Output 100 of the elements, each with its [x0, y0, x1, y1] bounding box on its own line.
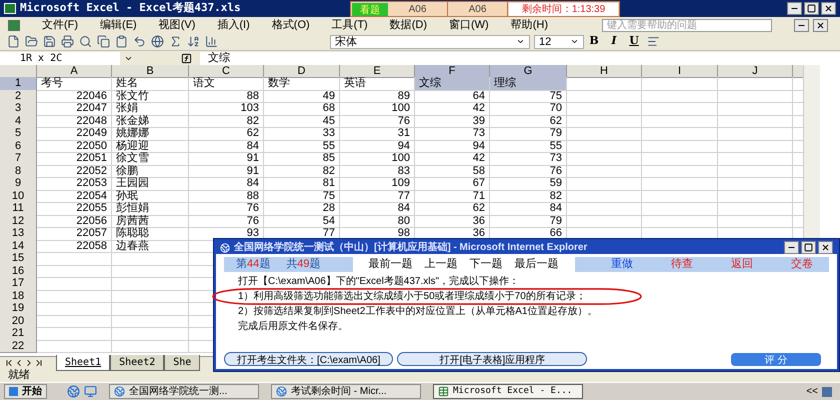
column-header[interactable]: F [415, 65, 490, 78]
row-header[interactable]: 11 [0, 202, 37, 216]
font-name-field[interactable]: 宋体 [330, 34, 530, 48]
table-cell: 陈聪聪 [112, 227, 189, 240]
menu-item[interactable]: 数据(D) [390, 16, 427, 34]
table-cell: 49 [264, 90, 340, 103]
sheet-tab[interactable]: Sheet1 [56, 355, 110, 371]
nav-link[interactable]: 最前一题 [368, 256, 412, 273]
table-cell: 22052 [37, 164, 112, 178]
column-header[interactable]: A [37, 65, 112, 78]
menu-item[interactable]: 编辑(E) [100, 16, 137, 34]
table-cell: 徐文雪 [112, 152, 189, 166]
table-cell: 22046 [37, 90, 112, 103]
row-header[interactable]: 5 [0, 127, 37, 140]
table-cell: 45 [264, 114, 340, 128]
font-size-field[interactable]: 12 [534, 34, 584, 48]
column-header[interactable]: B [112, 65, 189, 78]
row-header[interactable]: 7 [0, 152, 37, 166]
table-cell: 82 [490, 190, 567, 203]
status-text: 就绪 [8, 368, 30, 384]
table-cell: 85 [264, 152, 340, 166]
close-button[interactable] [818, 241, 833, 254]
table-cell: 22048 [37, 114, 112, 128]
row-header[interactable]: 21 [0, 327, 37, 340]
table-cell: 77 [340, 190, 415, 203]
table-cell: 28 [264, 202, 340, 216]
sheet-tab[interactable]: She [164, 355, 200, 371]
grade-button[interactable]: 评 分 [731, 352, 821, 366]
row-header[interactable]: 22 [0, 340, 37, 353]
column-header[interactable]: I [642, 65, 718, 78]
sheet-tab[interactable]: Sheet2 [110, 355, 164, 371]
table-cell: 79 [490, 127, 567, 140]
minimize-button[interactable] [787, 2, 802, 15]
tray-expand-button[interactable]: << [806, 384, 818, 399]
start-button[interactable]: 开始 [4, 384, 47, 399]
font-style-button[interactable]: B [584, 33, 604, 50]
action-link[interactable]: 重做 [611, 256, 633, 273]
menu-item[interactable]: 文件(F) [42, 16, 78, 34]
nav-link[interactable]: 下一题 [470, 256, 502, 273]
table-cell: 张文竹 [112, 90, 189, 103]
formula-field[interactable]: 文综 [200, 52, 840, 64]
taskbar-button[interactable]: 全国网络学院统一测... [109, 384, 259, 399]
column-header[interactable]: J [718, 65, 793, 78]
row-header[interactable]: 1 [0, 77, 37, 90]
dropdown-icon [570, 37, 579, 46]
table-cell: 王园园 [112, 177, 189, 190]
close-button[interactable] [813, 18, 828, 32]
font-style-button[interactable]: U [624, 33, 644, 50]
table-cell: 姓名 [112, 77, 189, 90]
table-cell: 边春燕 [112, 240, 189, 253]
column-header[interactable]: H [567, 65, 642, 78]
desktop-icon[interactable] [84, 385, 97, 398]
minimize-button[interactable] [784, 241, 799, 254]
row-header[interactable]: 17 [0, 277, 37, 290]
table-cell: 91 [189, 164, 264, 178]
action-button[interactable]: 打开考生文件夹：[C:\exam\A06] [224, 352, 394, 366]
menu-item[interactable]: 插入(I) [217, 16, 250, 34]
row-header[interactable]: 15 [0, 252, 37, 266]
menu-item[interactable]: 窗口(W) [449, 16, 489, 34]
table-cell: 84 [189, 140, 264, 153]
column-header[interactable]: D [264, 65, 340, 78]
table-cell: 84 [490, 202, 567, 216]
spreadsheet-icon [438, 386, 449, 397]
table-cell: 62 [415, 202, 490, 216]
nav-link[interactable]: 上一题 [424, 256, 458, 273]
maximize-button[interactable] [804, 2, 819, 15]
maximize-button[interactable] [801, 241, 816, 254]
function-icon[interactable] [181, 52, 192, 64]
table-cell: 67 [415, 177, 490, 190]
first-sheet-icon[interactable] [4, 358, 14, 368]
column-header[interactable]: G [490, 65, 567, 78]
table-cell: 83 [340, 164, 415, 178]
last-sheet-icon[interactable] [34, 358, 44, 368]
close-button[interactable] [821, 2, 836, 15]
table-cell: 杨迎迎 [112, 140, 189, 153]
table-cell: 22058 [37, 240, 112, 253]
menu-item[interactable]: 视图(V) [158, 16, 196, 34]
table-cell: 73 [415, 127, 490, 140]
instruction-text: 2）按筛选结果复制到Sheet2工作表中的对应位置上（从单元格A1位置起存放）。 [238, 306, 598, 317]
row-header[interactable]: 13 [0, 227, 37, 240]
action-button[interactable]: 打开[电子表格]应用程序 [397, 352, 588, 366]
taskbar-button[interactable]: Microsoft Excel - E... [433, 384, 583, 399]
menu-item[interactable]: 格式(O) [272, 16, 310, 34]
instruction-text: 完成后用原文件名保存。 [238, 321, 348, 332]
row-header[interactable]: 19 [0, 302, 37, 316]
column-header[interactable]: C [189, 65, 264, 78]
table-cell: 22054 [37, 190, 112, 203]
table-cell: 数学 [264, 77, 340, 90]
table-cell: 语文 [189, 77, 264, 90]
taskbar-button[interactable]: 考试剩余时间 - Micr... [271, 384, 421, 399]
instruction-text: 打开【C:\exam\A06】下的"Excel考题437.xls"，完成以下操作： [238, 276, 520, 287]
menu-item[interactable]: 工具(T) [332, 16, 368, 34]
table-cell: 80 [340, 214, 415, 228]
menu-item[interactable]: 帮助(H) [510, 16, 548, 34]
font-style-button[interactable]: I [604, 33, 624, 50]
row-header[interactable]: 3 [0, 102, 37, 116]
name-box[interactable]: 1R x 2C [0, 52, 120, 64]
row-header[interactable]: 9 [0, 177, 37, 190]
minimize-button[interactable] [794, 18, 809, 32]
nav-link[interactable]: 最后一题 [514, 256, 558, 273]
